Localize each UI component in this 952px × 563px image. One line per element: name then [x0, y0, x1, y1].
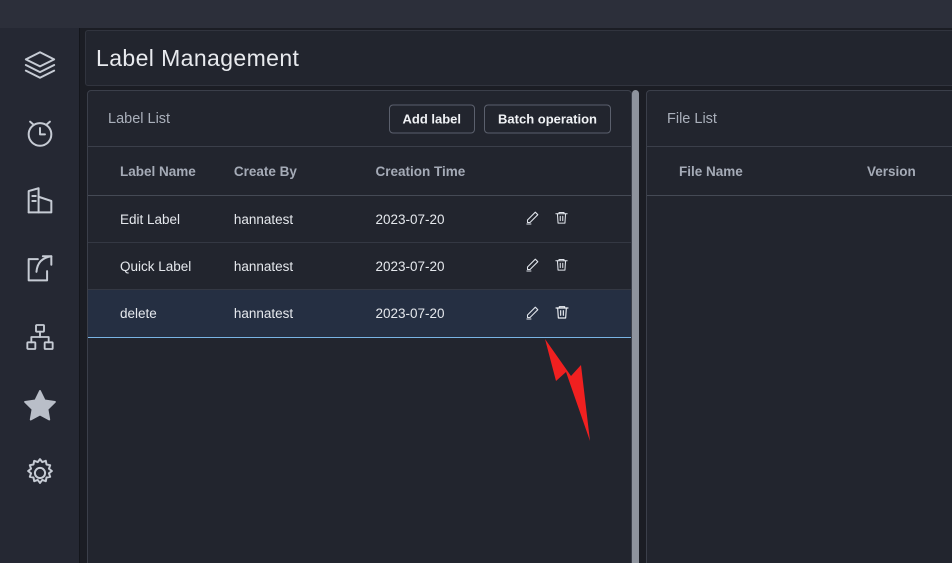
sidebar-item-layers[interactable]	[0, 37, 80, 93]
label-table-header-row: Label Name Create By Creation Time	[88, 147, 631, 196]
share-icon	[23, 252, 57, 286]
batch-operation-button[interactable]: Batch operation	[484, 104, 611, 133]
edit-icon[interactable]	[525, 257, 540, 272]
star-icon	[22, 387, 58, 423]
cell-create-by: hannatest	[233, 242, 376, 290]
label-table-body: Edit Label hannatest 2023-07-20 Quick La…	[88, 195, 631, 338]
cell-label-name: Edit Label	[88, 195, 234, 243]
label-list-panel: Label List Add label Batch operation Lab…	[87, 90, 632, 563]
column-header-creation-time: Creation Time	[375, 147, 525, 196]
file-list-title: File List	[667, 110, 717, 127]
add-label-button[interactable]: Add label	[388, 104, 476, 133]
cell-label-name: Quick Label	[88, 242, 234, 290]
sidebar-item-schedule[interactable]	[0, 105, 80, 161]
panel-scrollbar[interactable]	[632, 90, 639, 563]
file-table: File Name Version	[647, 147, 952, 196]
cell-creation-time: 2023-07-20	[375, 195, 525, 243]
sidebar-item-settings[interactable]	[0, 445, 80, 501]
alarm-clock-icon	[23, 116, 57, 150]
column-header-file-name: File Name	[647, 147, 867, 196]
column-header-version: Version	[867, 147, 952, 196]
main-content: Label Management Label List Add label Ba…	[81, 28, 952, 563]
layers-icon	[23, 48, 57, 82]
window-top-strip	[0, 0, 952, 28]
cell-actions	[524, 242, 631, 290]
edit-icon[interactable]	[525, 210, 540, 225]
table-row[interactable]: Edit Label hannatest 2023-07-20	[88, 195, 631, 243]
cell-label-name: delete	[88, 289, 234, 338]
sidebar-nav	[0, 28, 80, 563]
sidebar-item-favorites[interactable]	[0, 377, 80, 433]
label-list-title: Label List	[108, 110, 171, 127]
bar-chart-icon	[23, 184, 57, 218]
delete-icon[interactable]	[554, 210, 569, 225]
file-table-head: File Name Version	[647, 147, 952, 196]
delete-icon[interactable]	[554, 257, 569, 272]
file-list-header: File List	[647, 91, 952, 147]
table-row[interactable]: Quick Label hannatest 2023-07-20	[88, 242, 631, 290]
sidebar-item-statistics[interactable]	[0, 173, 80, 229]
page-title: Label Management	[96, 44, 300, 71]
cell-creation-time: 2023-07-20	[375, 242, 525, 290]
label-table: Label Name Create By Creation Time Edit …	[88, 147, 631, 338]
delete-icon[interactable]	[554, 304, 570, 320]
sitemap-icon	[24, 321, 56, 353]
label-table-head: Label Name Create By Creation Time	[88, 147, 631, 196]
cell-create-by: hannatest	[233, 195, 376, 243]
file-table-header-row: File Name Version	[647, 147, 952, 196]
label-list-actions: Add label Batch operation	[388, 104, 611, 133]
sidebar-item-structure[interactable]	[0, 309, 80, 365]
file-list-panel: File List File Name Version	[646, 90, 952, 563]
column-header-actions	[524, 147, 631, 196]
sidebar-item-share[interactable]	[0, 241, 80, 297]
label-list-header: Label List Add label Batch operation	[88, 91, 631, 147]
column-header-create-by: Create By	[233, 147, 376, 196]
edit-icon[interactable]	[525, 305, 540, 320]
page-header: Label Management	[85, 30, 952, 86]
column-header-label-name: Label Name	[88, 147, 234, 196]
application-window: Label Management Label List Add label Ba…	[0, 0, 952, 563]
cell-creation-time: 2023-07-20	[375, 289, 525, 338]
gear-icon	[23, 456, 57, 490]
cell-create-by: hannatest	[233, 289, 376, 338]
table-row[interactable]: delete hannatest 2023-07-20	[88, 289, 631, 338]
scrollbar-thumb[interactable]	[632, 90, 639, 563]
cell-actions	[524, 289, 631, 338]
cell-actions	[524, 195, 631, 243]
